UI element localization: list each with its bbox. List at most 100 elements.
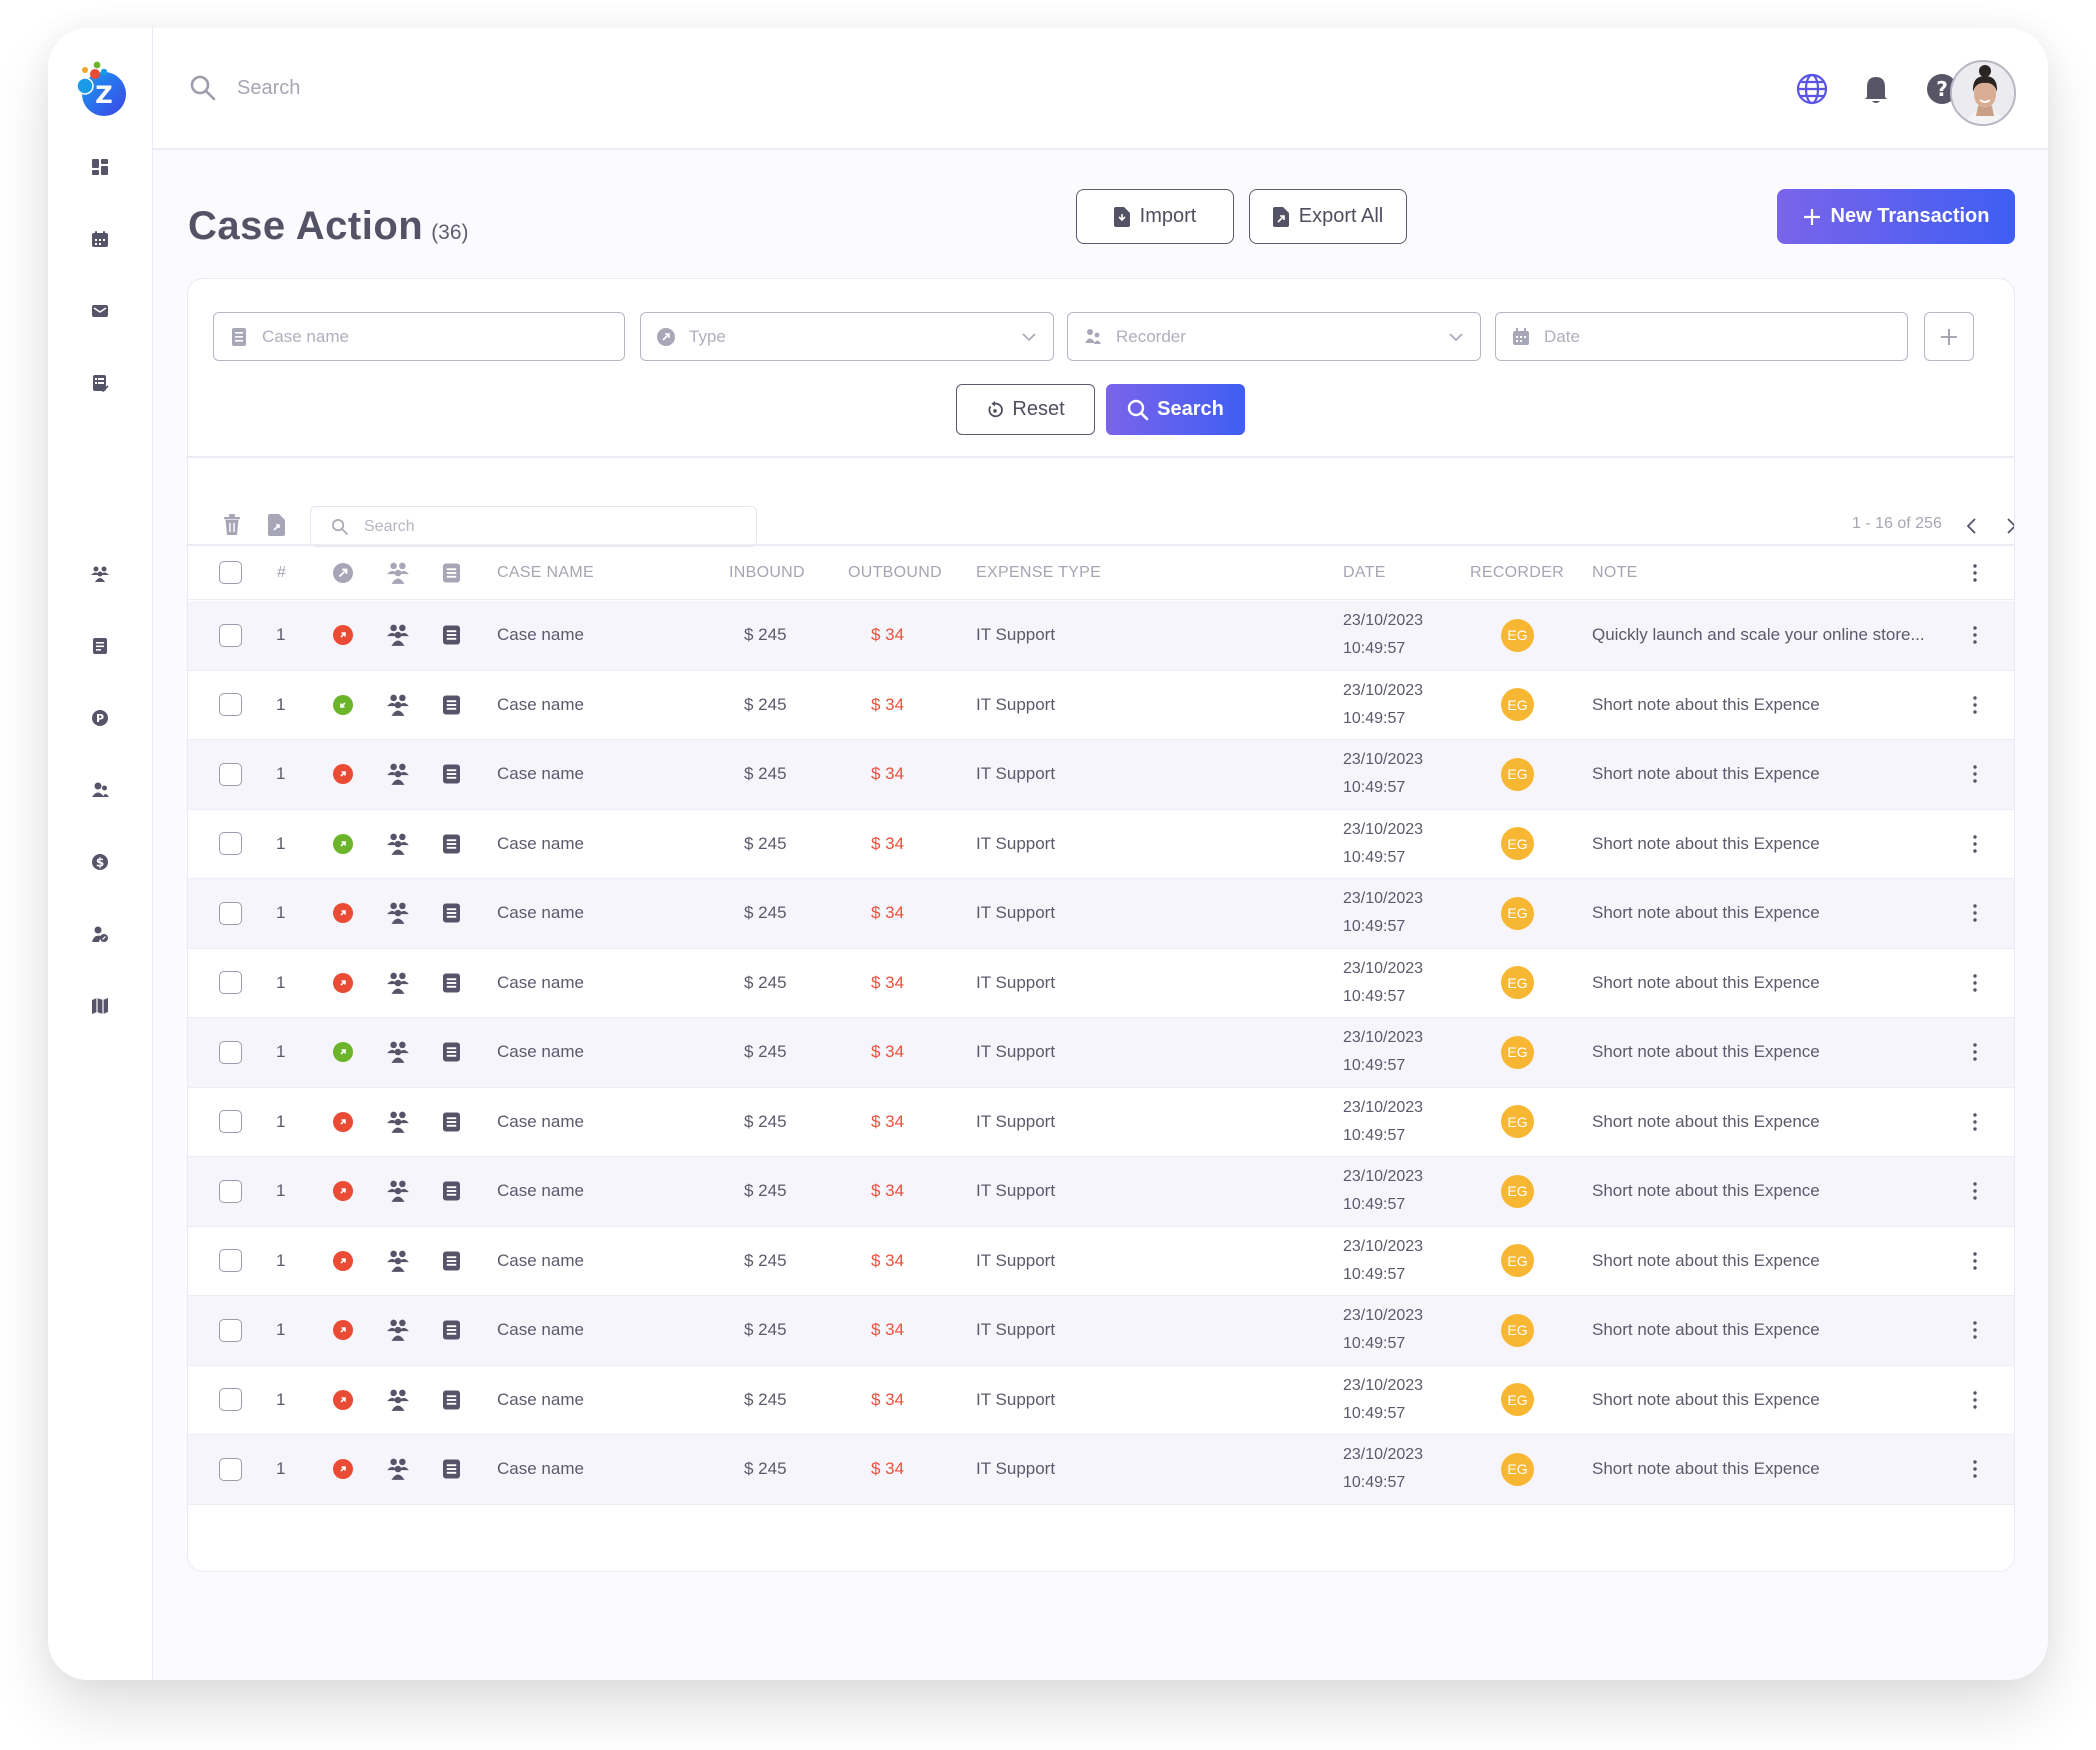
- export-all-button[interactable]: Export All: [1249, 189, 1407, 244]
- recorder-badge[interactable]: EG: [1501, 896, 1534, 930]
- global-search[interactable]: [189, 68, 637, 108]
- sidebar-item-map[interactable]: [88, 994, 112, 1018]
- case-name[interactable]: Case name: [497, 1296, 584, 1365]
- row-menu-icon[interactable]: [1966, 1180, 1984, 1202]
- document-icon[interactable]: [443, 764, 460, 784]
- case-name[interactable]: Case name: [497, 601, 584, 670]
- column-outbound[interactable]: OUTBOUND: [848, 545, 942, 600]
- row-checkbox[interactable]: [219, 623, 242, 647]
- recorder-badge[interactable]: EG: [1501, 618, 1534, 652]
- row-menu-icon[interactable]: [1966, 694, 1984, 716]
- table-row[interactable]: 1 Case name $ 245 $ 34 IT Support 23/10/…: [188, 879, 2014, 949]
- document-icon[interactable]: [443, 1112, 460, 1132]
- case-name[interactable]: Case name: [497, 671, 584, 740]
- column-note[interactable]: NOTE: [1592, 545, 1638, 600]
- sidebar-item-tasks[interactable]: [88, 371, 112, 395]
- table-row[interactable]: 1 Case name $ 245 $ 34 IT Support 23/10/…: [188, 1435, 2014, 1505]
- recorder-badge[interactable]: EG: [1501, 757, 1534, 791]
- row-menu-icon[interactable]: [1966, 763, 1984, 785]
- column-inbound[interactable]: INBOUND: [729, 545, 805, 600]
- row-checkbox[interactable]: [219, 1388, 242, 1412]
- sidebar-item-finance[interactable]: $: [88, 850, 112, 874]
- app-logo[interactable]: Z: [70, 58, 130, 118]
- document-icon[interactable]: [443, 1390, 460, 1410]
- recorder-badge[interactable]: EG: [1501, 1452, 1534, 1486]
- row-menu-icon[interactable]: [1966, 1319, 1984, 1341]
- sidebar-item-documents[interactable]: [88, 634, 112, 658]
- document-icon[interactable]: [443, 973, 460, 993]
- type-select[interactable]: [640, 312, 1054, 361]
- table-row[interactable]: 1 Case name $ 245 $ 34 IT Support 23/10/…: [188, 810, 2014, 879]
- reset-button[interactable]: Reset: [956, 384, 1095, 435]
- row-checkbox[interactable]: [219, 832, 242, 856]
- case-name[interactable]: Case name: [497, 1088, 584, 1157]
- table-search-input[interactable]: [364, 517, 736, 536]
- next-page-icon[interactable]: [2000, 515, 2015, 537]
- case-name-input[interactable]: [262, 326, 608, 347]
- recorder-badge[interactable]: EG: [1501, 1383, 1534, 1417]
- case-name[interactable]: Case name: [497, 1157, 584, 1226]
- table-row[interactable]: 1 Case name $ 245 $ 34 IT Support 23/10/…: [188, 1296, 2014, 1366]
- user-avatar[interactable]: [1950, 60, 2016, 126]
- row-checkbox[interactable]: [219, 693, 242, 717]
- case-name[interactable]: Case name: [497, 949, 584, 1018]
- document-icon[interactable]: [443, 1320, 460, 1340]
- case-name[interactable]: Case name: [497, 1366, 584, 1435]
- add-filter-button[interactable]: [1924, 312, 1974, 361]
- case-name[interactable]: Case name: [497, 740, 584, 809]
- row-menu-icon[interactable]: [1966, 1111, 1984, 1133]
- recorder-badge[interactable]: EG: [1501, 1244, 1534, 1278]
- recorder-select[interactable]: [1067, 312, 1481, 361]
- row-checkbox[interactable]: [219, 1110, 242, 1134]
- file-export-icon[interactable]: [267, 514, 287, 536]
- table-search[interactable]: [310, 506, 757, 547]
- row-checkbox[interactable]: [219, 1249, 242, 1273]
- case-name[interactable]: Case name: [497, 810, 584, 879]
- row-menu-icon[interactable]: [1966, 902, 1984, 924]
- document-icon[interactable]: [443, 1459, 460, 1479]
- row-checkbox[interactable]: [219, 1457, 242, 1481]
- column-number[interactable]: #: [277, 545, 286, 600]
- type-input[interactable]: [689, 326, 1007, 347]
- recorder-badge[interactable]: EG: [1501, 1035, 1534, 1069]
- row-menu-icon[interactable]: [1966, 1458, 1984, 1480]
- column-recorder[interactable]: RECORDER: [1470, 545, 1564, 600]
- row-checkbox[interactable]: [219, 1318, 242, 1342]
- table-row[interactable]: 1 Case name $ 245 $ 34 IT Support 23/10/…: [188, 671, 2014, 740]
- search-button[interactable]: Search: [1106, 384, 1245, 435]
- document-icon[interactable]: [443, 1042, 460, 1062]
- date-filter[interactable]: [1495, 312, 1908, 361]
- table-row[interactable]: 1 Case name $ 245 $ 34 IT Support 23/10/…: [188, 949, 2014, 1018]
- case-name[interactable]: Case name: [497, 1018, 584, 1087]
- row-checkbox[interactable]: [219, 971, 242, 995]
- row-menu-icon[interactable]: [1966, 833, 1984, 855]
- document-icon[interactable]: [443, 903, 460, 923]
- recorder-input[interactable]: [1116, 326, 1434, 347]
- recorder-badge[interactable]: EG: [1501, 827, 1534, 861]
- column-date[interactable]: DATE: [1343, 545, 1386, 600]
- table-row[interactable]: 1 Case name $ 245 $ 34 IT Support 23/10/…: [188, 1018, 2014, 1088]
- row-menu-icon[interactable]: [1966, 972, 1984, 994]
- table-row[interactable]: 1 Case name $ 245 $ 34 IT Support 23/10/…: [188, 1157, 2014, 1227]
- recorder-badge[interactable]: EG: [1501, 1313, 1534, 1347]
- recorder-badge[interactable]: EG: [1501, 1174, 1534, 1208]
- delete-icon[interactable]: [222, 514, 242, 536]
- import-button[interactable]: Import: [1076, 189, 1234, 244]
- select-all-checkbox[interactable]: [219, 561, 242, 584]
- prev-page-icon[interactable]: [1961, 515, 1983, 537]
- sidebar-item-mail[interactable]: [88, 299, 112, 323]
- column-case-name[interactable]: CASE NAME: [497, 545, 594, 600]
- case-name[interactable]: Case name: [497, 1435, 584, 1504]
- row-menu-icon[interactable]: [1966, 624, 1984, 646]
- row-menu-icon[interactable]: [1966, 1250, 1984, 1272]
- sidebar-item-calendar[interactable]: [88, 227, 112, 251]
- sidebar-item-contacts[interactable]: [88, 778, 112, 802]
- column-expense-type[interactable]: EXPENSE TYPE: [976, 545, 1101, 600]
- bell-icon[interactable]: [1859, 72, 1893, 106]
- row-checkbox[interactable]: [219, 1179, 242, 1203]
- table-row[interactable]: 1 Case name $ 245 $ 34 IT Support 23/10/…: [188, 601, 2014, 671]
- recorder-badge[interactable]: EG: [1501, 966, 1534, 1000]
- row-menu-icon[interactable]: [1966, 1041, 1984, 1063]
- table-row[interactable]: 1 Case name $ 245 $ 34 IT Support 23/10/…: [188, 1366, 2014, 1435]
- sidebar-item-dashboard[interactable]: [88, 155, 112, 179]
